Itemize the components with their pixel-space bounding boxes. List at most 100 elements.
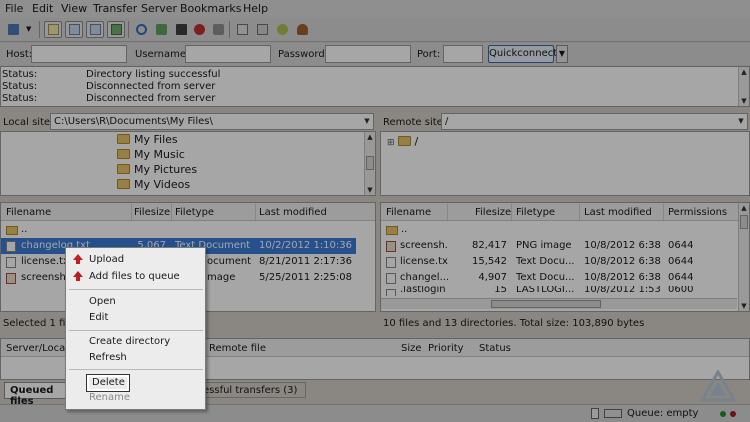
chevron-down-icon[interactable]: ▼ — [361, 114, 373, 129]
col-priority[interactable]: Priority — [428, 343, 464, 354]
remote-list-scrollbar[interactable]: ▲ ▼ — [738, 203, 749, 311]
activity-led-icon — [730, 411, 736, 417]
ctx-upload[interactable]: Upload — [89, 254, 124, 265]
password-input[interactable] — [325, 45, 411, 63]
username-input[interactable] — [185, 45, 271, 63]
scroll-up-icon[interactable]: ▲ — [365, 132, 375, 142]
col-filename[interactable]: Filename — [386, 207, 431, 218]
folder-icon — [386, 226, 398, 235]
col-filesize[interactable]: Filesize — [134, 207, 170, 218]
list-item[interactable]: .. — [381, 222, 749, 238]
queue-status: Queue: empty — [627, 408, 699, 419]
toggle-remote-tree-button[interactable] — [86, 21, 104, 38]
scroll-thumb[interactable] — [366, 156, 374, 170]
ctx-edit[interactable]: Edit — [89, 312, 108, 323]
text-file-icon — [6, 241, 16, 252]
tree-item[interactable]: ⊞ / — [387, 134, 418, 149]
table-row[interactable]: .lastlogin 15 LASTLOGI... 10/8/2012 1:53… — [381, 286, 737, 296]
text-file-icon — [386, 257, 396, 268]
quickconnect-bar: Host: Username: Password: Port: Quickcon… — [0, 43, 750, 65]
remote-hscrollbar[interactable] — [381, 298, 737, 309]
col-last-modified[interactable]: Last modified — [259, 207, 327, 218]
tree-item[interactable]: My Pictures — [117, 162, 197, 177]
site-manager-dropdown[interactable]: ▼ — [24, 21, 36, 38]
ctx-delete[interactable]: Delete — [92, 377, 125, 388]
ctx-refresh[interactable]: Refresh — [89, 352, 127, 363]
col-permissions[interactable]: Permissions — [668, 207, 727, 218]
table-row[interactable]: screensh... 82,417 PNG image 10/8/2012 6… — [381, 238, 737, 254]
dropdown-icon: ▼ — [26, 25, 32, 33]
menu-edit[interactable]: Edit — [32, 2, 53, 15]
scroll-thumb[interactable] — [740, 215, 748, 229]
col-remote-file[interactable]: Remote file — [209, 343, 266, 354]
col-filename[interactable]: Filename — [6, 207, 51, 218]
compare-button[interactable] — [253, 21, 271, 38]
remote-file-header: Filename Filesize Filetype Last modified… — [381, 203, 749, 221]
text-file-icon — [386, 289, 396, 296]
ctx-open[interactable]: Open — [89, 296, 116, 307]
compare-icon — [257, 24, 268, 35]
scroll-thumb[interactable] — [491, 300, 601, 308]
col-size[interactable]: Size — [401, 343, 422, 354]
site-manager-button[interactable] — [4, 21, 22, 38]
ctx-add-to-queue[interactable]: Add files to queue — [89, 271, 180, 282]
toggle-message-log-button[interactable] — [44, 21, 62, 38]
menu-transfer[interactable]: Transfer — [93, 2, 137, 15]
local-site-path-input[interactable]: C:\Users\R\Documents\My Files\ ▼ — [50, 113, 374, 130]
process-queue-button[interactable] — [152, 21, 170, 38]
folder-icon — [117, 149, 130, 159]
quickconnect-dropdown[interactable]: ▼ — [556, 45, 568, 63]
remote-site-path-input[interactable]: / ▼ — [441, 113, 748, 130]
col-filesize[interactable]: Filesize — [475, 207, 511, 218]
table-row[interactable]: license.txt 15,542 Text Docu... 10/8/201… — [381, 254, 737, 270]
local-tree-icon — [69, 24, 80, 35]
menu-help[interactable]: Help — [243, 2, 268, 15]
toggle-local-tree-button[interactable] — [65, 21, 83, 38]
message-log: Status: Directory listing successful Sta… — [0, 66, 750, 107]
sync-browse-button[interactable] — [273, 21, 291, 38]
quickconnect-button[interactable]: Quickconnect — [488, 45, 557, 63]
scroll-down-icon[interactable]: ▼ — [739, 96, 749, 106]
scroll-up-icon[interactable]: ▲ — [739, 203, 749, 213]
host-input[interactable] — [31, 45, 127, 63]
search-button[interactable] — [293, 21, 311, 38]
context-menu: Upload Add files to queue Open Edit Crea… — [65, 247, 206, 410]
ctx-rename[interactable]: Rename — [89, 392, 130, 403]
refresh-button[interactable] — [132, 21, 150, 38]
menu-view[interactable]: View — [61, 2, 87, 15]
transfer-queue-icon — [111, 24, 122, 35]
folder-icon — [397, 136, 411, 146]
tab-queued-files[interactable]: Queued files — [4, 382, 70, 407]
menu-file[interactable]: File — [5, 2, 23, 15]
remote-status: 10 files and 13 directories. Total size:… — [383, 318, 645, 329]
col-status[interactable]: Status — [479, 343, 511, 354]
col-last-modified[interactable]: Last modified — [584, 207, 652, 218]
col-filetype[interactable]: Filetype — [175, 207, 214, 218]
server-icon — [604, 409, 622, 418]
local-tree-scrollbar[interactable]: ▲ ▼ — [364, 132, 375, 195]
ctx-create-directory[interactable]: Create directory — [89, 336, 170, 347]
menu-server[interactable]: Server — [141, 2, 177, 15]
scroll-up-icon[interactable]: ▲ — [739, 67, 749, 77]
chevron-down-icon[interactable]: ▼ — [735, 114, 747, 129]
cancel-button[interactable] — [172, 21, 190, 38]
refresh-icon — [136, 24, 147, 35]
tree-item[interactable]: My Music — [117, 147, 185, 162]
filter-button[interactable] — [233, 21, 251, 38]
remote-tree: ⊞ / — [380, 131, 750, 196]
col-filetype[interactable]: Filetype — [516, 207, 555, 218]
remote-tree-icon — [90, 24, 101, 35]
scroll-down-icon[interactable]: ▼ — [739, 301, 749, 311]
reconnect-button[interactable] — [209, 21, 227, 38]
table-row[interactable]: changel... 4,907 Text Docu... 10/8/2012 … — [381, 270, 737, 286]
disconnect-button[interactable] — [190, 21, 208, 38]
port-input[interactable] — [443, 45, 483, 63]
log-scrollbar[interactable]: ▲ ▼ — [738, 67, 749, 106]
tree-item[interactable]: My Videos — [117, 177, 190, 192]
scroll-down-icon[interactable]: ▼ — [365, 185, 375, 195]
tree-item[interactable]: My Files — [117, 132, 178, 147]
expand-icon[interactable]: ⊞ — [387, 138, 395, 148]
menu-bookmarks[interactable]: Bookmarks — [180, 2, 241, 15]
toggle-queue-button[interactable] — [107, 21, 125, 38]
list-item[interactable]: .. — [1, 222, 375, 238]
